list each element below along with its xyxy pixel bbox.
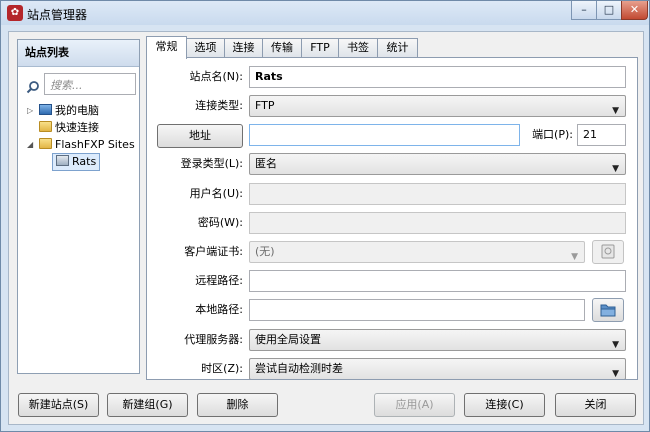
browse-folder-button[interactable]: [592, 298, 624, 322]
search-input[interactable]: 搜索...: [44, 73, 136, 95]
dropdown-arrow-icon: ▼: [612, 340, 619, 350]
tab-bookmarks[interactable]: 书签: [338, 38, 378, 57]
dropdown-arrow-icon: ▼: [612, 106, 619, 116]
certificate-icon: [601, 244, 615, 259]
maximize-button[interactable]: □: [596, 1, 622, 20]
connect-button[interactable]: 连接(C): [464, 393, 545, 417]
tab-transfer[interactable]: 传输: [262, 38, 302, 57]
apply-button[interactable]: 应用(A): [374, 393, 455, 417]
connection-type-label: 连接类型:: [195, 99, 243, 112]
tree-item-rats[interactable]: Rats: [52, 153, 101, 171]
site-list-header: 站点列表: [18, 40, 139, 67]
proxy-label: 代理服务器:: [184, 333, 243, 346]
tab-general[interactable]: 常规: [146, 36, 187, 59]
search-icon: [26, 81, 39, 94]
certificate-button[interactable]: [592, 240, 624, 264]
site-manager-window: ✿ 站点管理器 – □ ✕ 站点列表 搜索... ▷ 我的电脑 快速连接 ◢ F…: [0, 0, 650, 432]
close-window-button[interactable]: ✕: [621, 1, 648, 20]
dropdown-arrow-icon: ▼: [612, 369, 619, 379]
login-type-label: 登录类型(L):: [180, 157, 243, 170]
client-cert-label: 客户端证书:: [184, 245, 243, 258]
window-title: 站点管理器: [27, 8, 88, 22]
timezone-label: 时区(Z):: [201, 362, 243, 375]
folder-icon: [39, 138, 52, 149]
tab-statistics[interactable]: 统计: [377, 38, 418, 57]
timezone-select[interactable]: 尝试自动检测时差 ▼: [249, 358, 626, 379]
new-site-button[interactable]: 新建站点(S): [18, 393, 99, 417]
port-label: 端口(P):: [532, 128, 573, 141]
collapse-icon[interactable]: ◢: [27, 140, 33, 149]
folder-open-icon: [600, 304, 616, 317]
new-group-button[interactable]: 新建组(G): [107, 393, 188, 417]
delete-button[interactable]: 删除: [197, 393, 278, 417]
dropdown-arrow-icon: ▼: [612, 164, 619, 174]
tree-item-my-computer[interactable]: 我的电脑: [39, 103, 99, 119]
app-icon: ✿: [7, 5, 23, 21]
computer-icon: [39, 104, 52, 115]
tree-item-quick-connect[interactable]: 快速连接: [39, 120, 99, 136]
folder-icon: [39, 121, 52, 132]
password-input[interactable]: [249, 212, 626, 234]
content-area: 站点列表 搜索... ▷ 我的电脑 快速连接 ◢ FlashFXP Sites: [8, 31, 644, 425]
site-name-label: 站点名(N):: [189, 70, 243, 83]
username-label: 用户名(U):: [189, 187, 243, 200]
address-button[interactable]: 地址: [157, 124, 243, 148]
site-list-panel: 站点列表 搜索... ▷ 我的电脑 快速连接 ◢ FlashFXP Sites: [17, 39, 140, 374]
local-path-label: 本地路径:: [195, 303, 243, 316]
login-type-select[interactable]: 匿名 ▼: [249, 153, 626, 175]
tab-ftp[interactable]: FTP: [301, 38, 339, 57]
port-input[interactable]: 21: [577, 124, 626, 146]
remote-path-input[interactable]: [249, 270, 626, 292]
proxy-select[interactable]: 使用全局设置 ▼: [249, 329, 626, 351]
expand-icon[interactable]: ▷: [27, 106, 33, 115]
tab-connection[interactable]: 连接: [224, 38, 263, 57]
tree-item-flashfxp-sites[interactable]: FlashFXP Sites: [39, 137, 135, 153]
username-input[interactable]: [249, 183, 626, 205]
client-cert-select[interactable]: (无) ▼: [249, 241, 585, 263]
connection-type-select[interactable]: FTP ▼: [249, 95, 626, 117]
title-bar[interactable]: ✿ 站点管理器 – □ ✕: [1, 1, 649, 25]
remote-path-label: 远程路径:: [195, 274, 243, 287]
close-button[interactable]: 关闭: [555, 393, 636, 417]
tab-options[interactable]: 选项: [186, 38, 225, 57]
minimize-button[interactable]: –: [571, 1, 597, 20]
site-icon: [56, 155, 69, 166]
local-path-input[interactable]: [249, 299, 585, 321]
dropdown-arrow-icon: ▼: [571, 252, 578, 262]
general-tab-panel: 站点名(N): Rats 连接类型: FTP ▼ 地址 端口(P): 21 登录…: [146, 57, 638, 380]
password-label: 密码(W):: [197, 216, 243, 229]
site-name-input[interactable]: Rats: [249, 66, 626, 88]
